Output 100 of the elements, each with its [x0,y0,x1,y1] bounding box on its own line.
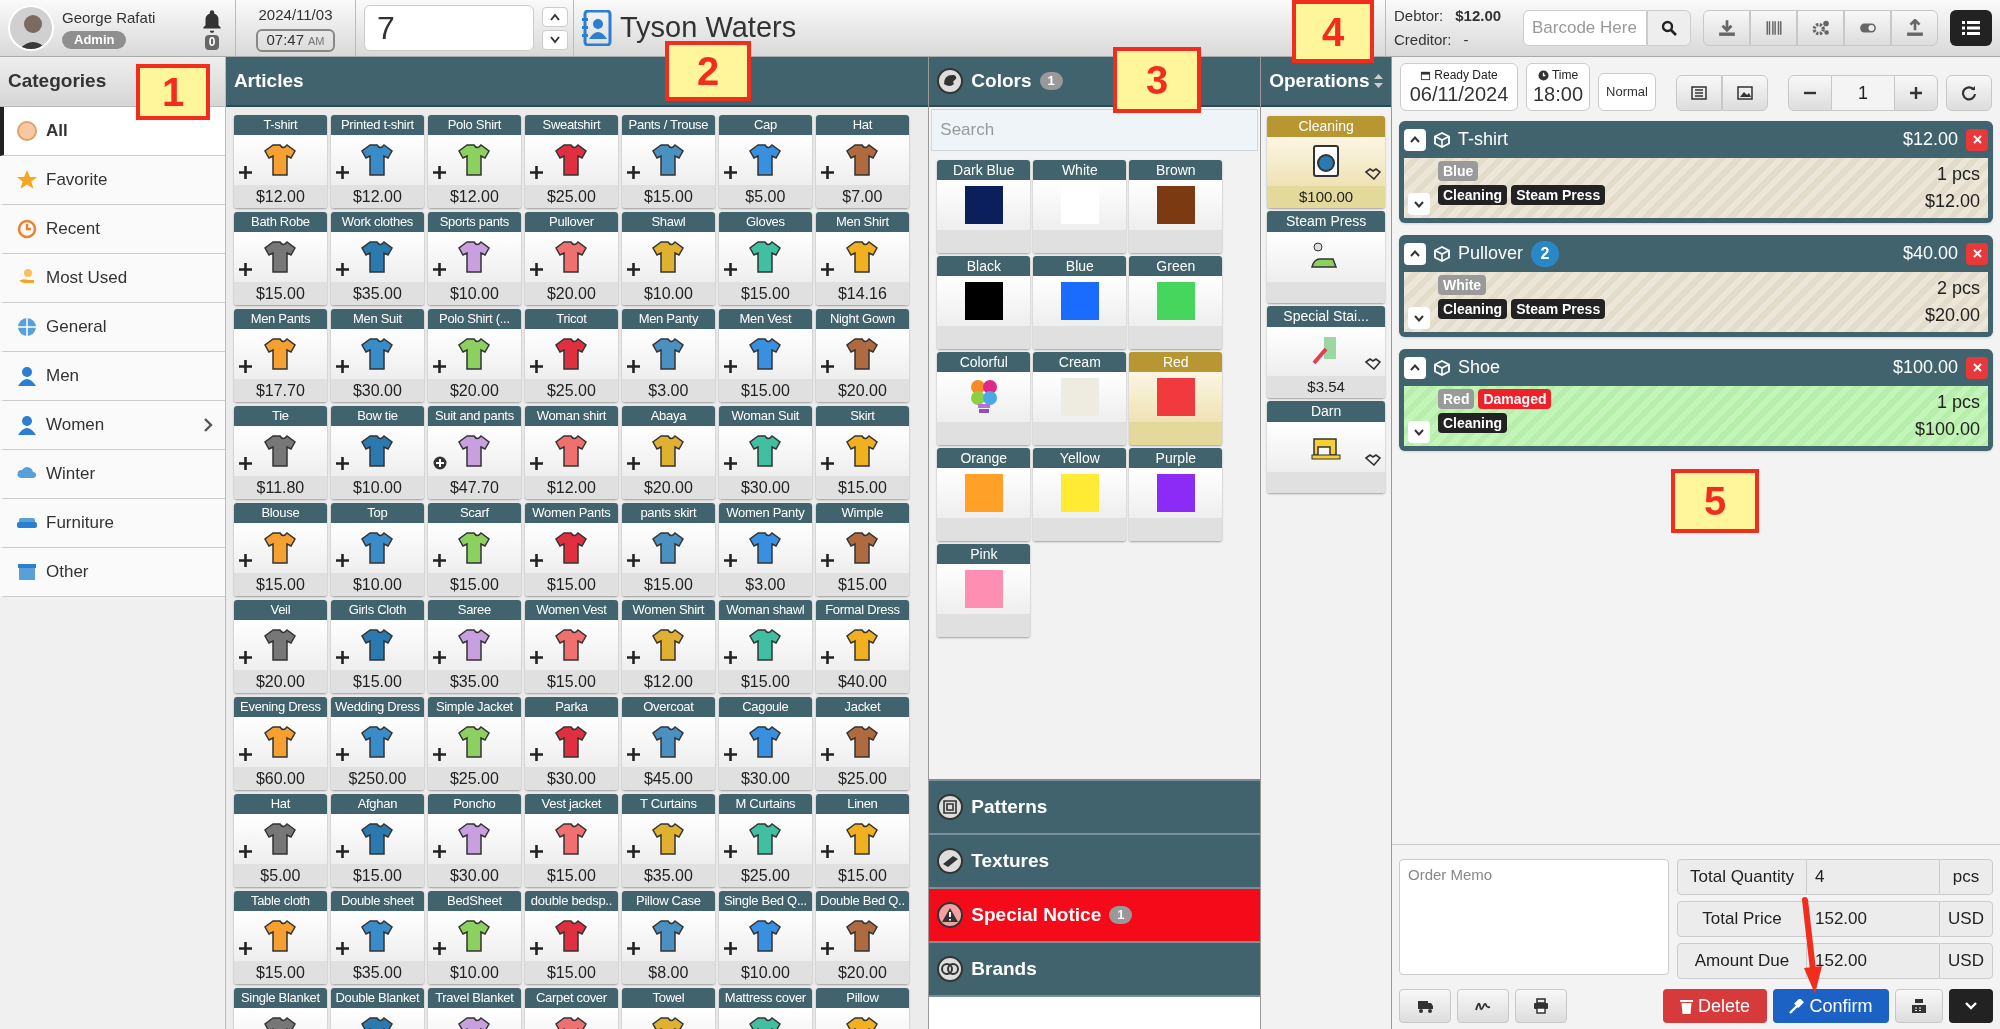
article-card[interactable]: Skirt $15.00 [815,406,909,499]
cash-register-button[interactable] [1895,989,1943,1023]
plus-icon[interactable] [723,651,737,664]
section-header[interactable]: Textures [929,833,1261,887]
menu-button[interactable] [1950,10,1992,46]
color-card[interactable]: White [1033,160,1127,253]
article-card[interactable]: Women Pants $15.00 [524,503,618,596]
article-card[interactable]: Scarf $15.00 [427,503,521,596]
category-item[interactable]: Women [0,401,225,450]
color-card[interactable]: Blue [1033,256,1127,349]
plus-icon[interactable] [335,360,349,373]
sort-icon[interactable] [1374,74,1383,88]
plus-icon[interactable] [529,942,543,955]
article-card[interactable]: Hat $7.00 [815,115,909,208]
article-card[interactable]: Top $10.00 [330,503,424,596]
plus-icon[interactable] [723,263,737,276]
barcode-button[interactable] [1750,10,1797,46]
article-card[interactable]: Carpet cover [524,988,618,1029]
plus-icon[interactable] [626,360,640,373]
article-card[interactable]: Men Suit $30.00 [330,309,424,402]
plus-icon[interactable] [529,651,543,664]
category-item[interactable]: Winter [0,450,225,499]
plus-icon[interactable] [626,554,640,567]
expand-button[interactable] [1408,193,1430,215]
article-card[interactable]: Travel Blanket [427,988,521,1029]
color-card[interactable]: Cream [1033,352,1127,445]
article-card[interactable]: Afghan $15.00 [330,794,424,887]
plus-icon[interactable] [820,166,834,179]
expand-button[interactable] [1408,421,1430,443]
article-card[interactable]: Single Bed Q... $10.00 [718,891,812,984]
article-card[interactable]: Linen $15.00 [815,794,909,887]
operation-card[interactable]: Special Stai... $3.54 [1267,306,1385,398]
article-card[interactable]: Wimple $15.00 [815,503,909,596]
article-card[interactable]: Men Panty $3.00 [621,309,715,402]
color-card[interactable]: Dark Blue [937,160,1031,253]
plus-icon[interactable] [820,845,834,858]
article-card[interactable]: Sports pants $10.00 [427,212,521,305]
plus-button[interactable] [1894,75,1938,111]
article-card[interactable]: double bedsp.. $15.00 [524,891,618,984]
article-card[interactable]: Printed t-shirt $12.00 [330,115,424,208]
down-button[interactable] [542,29,568,50]
plus-icon[interactable] [238,942,252,955]
plus-icon[interactable] [529,554,543,567]
article-card[interactable]: Double sheet $35.00 [330,891,424,984]
order-item-card[interactable]: T-shirt $12.00 Blue Cleaning Steam Press 1 pcs $12.00 [1399,121,1993,223]
order-item-card[interactable]: Pullover 2 $40.00 White Cleaning Steam Press 2 pcs $20.00 [1399,235,1993,337]
plus-icon[interactable] [432,845,446,858]
more-button[interactable] [1949,989,1993,1023]
article-card[interactable]: Work clothes $35.00 [330,212,424,305]
confirm-button[interactable]: Confirm [1773,989,1889,1023]
article-card[interactable]: Bath Robe $15.00 [233,212,327,305]
plus-icon[interactable] [335,457,349,470]
plus-icon[interactable] [238,748,252,761]
section-header[interactable]: Brands [929,941,1261,995]
plus-icon[interactable] [626,263,640,276]
plus-icon[interactable] [626,457,640,470]
category-item[interactable]: Favorite [0,156,225,205]
upload-button[interactable] [1891,10,1938,46]
plus-icon[interactable] [335,263,349,276]
article-card[interactable]: Men Shirt $14.16 [815,212,909,305]
plus-icon[interactable] [626,845,640,858]
article-card[interactable]: Suit and pants $47.70 [427,406,521,499]
article-card[interactable]: Cap $5.00 [718,115,812,208]
article-card[interactable]: Double Bed Q.. $20.00 [815,891,909,984]
plus-icon[interactable] [529,166,543,179]
article-card[interactable]: Parka $30.00 [524,697,618,790]
plus-icon[interactable] [723,360,737,373]
plus-icon[interactable] [432,748,446,761]
plus-icon[interactable] [723,554,737,567]
article-card[interactable]: Poncho $30.00 [427,794,521,887]
priority-button[interactable]: Normal [1598,73,1656,111]
operation-card[interactable]: Darn [1267,401,1385,493]
plus-icon[interactable] [723,166,737,179]
plus-icon[interactable] [238,845,252,858]
article-card[interactable]: Girls Cloth $15.00 [330,600,424,693]
article-card[interactable]: Woman shirt $12.00 [524,406,618,499]
article-card[interactable]: Veil $20.00 [233,600,327,693]
operation-card[interactable]: Steam Press [1267,211,1385,303]
search-field[interactable]: Search [931,109,1259,151]
article-card[interactable]: Pillow Case $8.00 [621,891,715,984]
article-card[interactable]: Women Panty $3.00 [718,503,812,596]
article-card[interactable]: M Curtains $25.00 [718,794,812,887]
category-item[interactable]: General [0,303,225,352]
article-card[interactable]: Cagoule $30.00 [718,697,812,790]
collapse-button[interactable] [1404,356,1426,379]
article-card[interactable]: Polo Shirt $12.00 [427,115,521,208]
article-card[interactable]: T Curtains $35.00 [621,794,715,887]
color-card[interactable]: Black [937,256,1031,349]
search-button[interactable] [1647,10,1691,46]
collapse-button[interactable] [1404,128,1426,151]
article-card[interactable]: Sweatshirt $25.00 [524,115,618,208]
article-card[interactable]: Men Pants $17.70 [233,309,327,402]
plus-icon[interactable] [723,457,737,470]
article-card[interactable]: Simple Jacket $25.00 [427,697,521,790]
color-card[interactable]: Orange [937,448,1031,541]
remove-button[interactable] [1966,128,1988,151]
article-card[interactable]: Bow tie $10.00 [330,406,424,499]
plus-icon[interactable] [626,166,640,179]
plus-icon[interactable] [238,166,252,179]
plus-icon[interactable] [820,360,834,373]
